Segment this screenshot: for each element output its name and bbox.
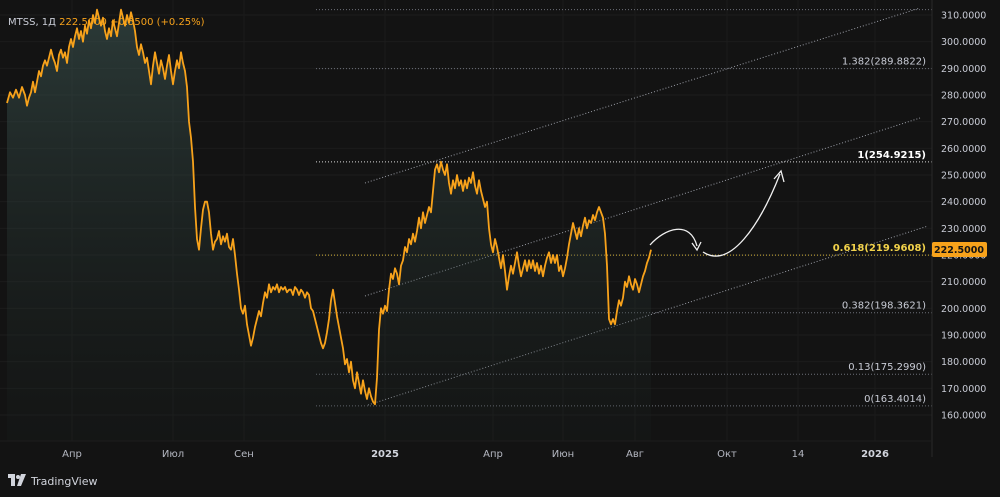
legend-symbol: MTSS (8, 17, 35, 28)
y-tick-label: 290.0000 (941, 64, 986, 75)
y-tick-label: 280.0000 (941, 91, 986, 102)
y-tick-label: 210.0000 (941, 277, 986, 288)
y-tick-label: 300.0000 (941, 37, 986, 48)
x-tick-label: Апр (62, 449, 82, 460)
x-tick-label: 2025 (371, 449, 399, 460)
fib-level-label: 0.382(198.3621) (842, 301, 926, 312)
fib-level-label: 0.13(175.2990) (848, 362, 926, 373)
y-tick-label: 250.0000 (941, 171, 986, 182)
fib-level-label: 0.618(219.9608) (833, 243, 926, 254)
last-price-marker: 222.5000 (932, 242, 987, 257)
x-tick-label: 2026 (861, 449, 889, 460)
y-tick-label: 160.0000 (941, 411, 986, 422)
x-tick-label: Апр (483, 449, 503, 460)
last-price-label: 222.5000 (934, 245, 984, 256)
y-tick-label: 270.0000 (941, 117, 986, 128)
x-tick-label: Авг (626, 449, 644, 460)
brand-name: TradingView (31, 475, 98, 488)
x-tick-label: Июн (552, 449, 574, 460)
price-chart[interactable]: 1.382(289.8822) 1(254.9215) 0.618(219.9608… (0, 0, 1000, 497)
x-tick-label: Июл (162, 449, 184, 460)
fib-level-label: 0(163.4014) (864, 394, 926, 405)
x-tick-label: Сен (234, 449, 254, 460)
y-tick-label: 200.0000 (941, 304, 986, 315)
svg-text:MTSS, 1Д 222.5000 +0.5500 (+0: MTSS, 1Д 222.5000 +0.5500 (+0.25%) (8, 17, 205, 28)
y-tick-label: 310.0000 (941, 11, 986, 22)
symbol-legend[interactable]: MTSS, 1Д 222.5000 +0.5500 (+0.25%) (8, 17, 205, 28)
tradingview-branding[interactable]: TradingView (8, 474, 97, 489)
y-tick-label: 190.0000 (941, 331, 986, 342)
tradingview-logo-icon (8, 474, 26, 489)
legend-interval: 1Д (42, 17, 56, 28)
y-tick-label: 180.0000 (941, 357, 986, 368)
fib-level-label: 1(254.9215) (857, 150, 926, 161)
y-tick-label: 230.0000 (941, 224, 986, 235)
x-tick-label: Окт (717, 449, 737, 460)
fib-level-label: 1.382(289.8822) (842, 57, 926, 68)
legend-price: 222.5000 (59, 17, 107, 28)
x-tick-label: 14 (792, 449, 805, 460)
legend-change: +0.5500 (+0.25%) (110, 17, 205, 28)
y-tick-label: 260.0000 (941, 144, 986, 155)
y-tick-label: 240.0000 (941, 197, 986, 208)
y-tick-label: 170.0000 (941, 384, 986, 395)
